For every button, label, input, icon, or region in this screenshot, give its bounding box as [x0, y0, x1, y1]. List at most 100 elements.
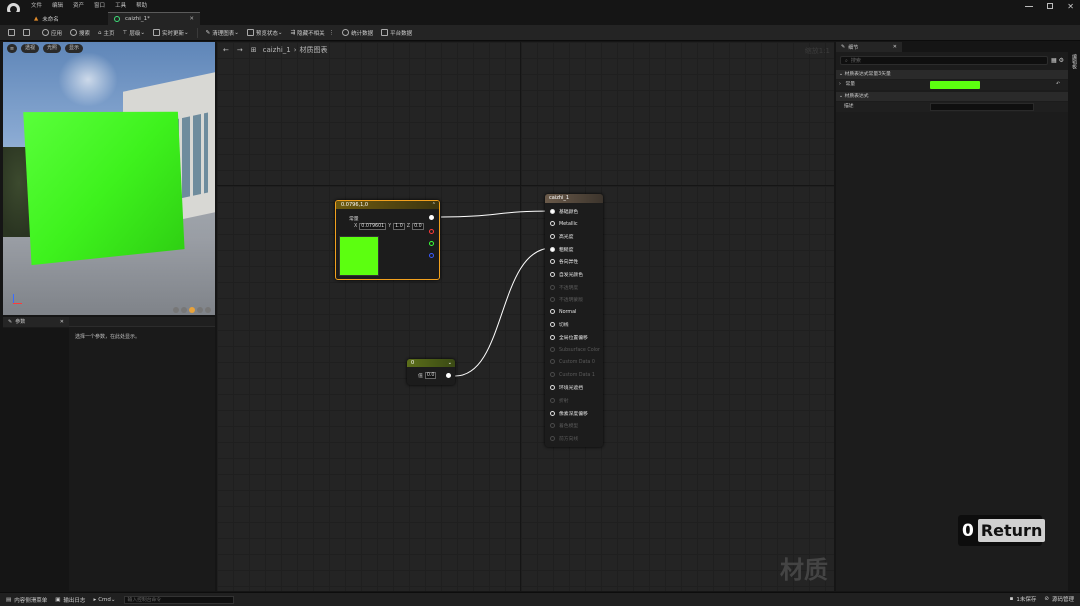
home-button[interactable]: ⌂ 主页: [98, 29, 115, 37]
side-panel-label[interactable]: 编辑板: [1071, 54, 1078, 69]
r-value-field[interactable]: 0.079601: [359, 223, 387, 230]
material-graph[interactable]: ← → ⊞ caizhi_1 › 材质图表 缩放1:1 0.0796,1,0 ⌃…: [217, 42, 834, 591]
description-input[interactable]: [930, 103, 1034, 111]
preview-state-button[interactable]: 预览状态 ⌄: [246, 29, 282, 37]
result-pin-row[interactable]: 不透明度: [550, 284, 578, 291]
result-pin-row[interactable]: 环境光遮挡: [550, 384, 583, 391]
show-button[interactable]: 显示: [65, 44, 84, 53]
lit-button[interactable]: 光照: [43, 44, 62, 53]
input-pin[interactable]: [550, 371, 555, 377]
menu-file[interactable]: 文件: [31, 1, 42, 9]
g-value-field[interactable]: 1.0: [393, 223, 405, 230]
cube-icon[interactable]: [197, 307, 203, 313]
platform-stats-button[interactable]: 平台数据: [381, 29, 412, 37]
result-pin-row[interactable]: 全局位置偏移: [550, 334, 588, 341]
perspective-button[interactable]: 透视: [21, 44, 40, 53]
settings-icon[interactable]: ⚙: [1059, 57, 1064, 64]
result-pin-row[interactable]: 像素深度偏移: [550, 410, 588, 417]
stats-button[interactable]: 统计数据: [342, 29, 373, 37]
source-control-button[interactable]: ⊘ 源码管理: [1044, 595, 1074, 603]
result-pin-row[interactable]: 自发光颜色: [550, 271, 583, 278]
minimize-icon[interactable]: [1025, 5, 1034, 7]
result-pin-row[interactable]: 折射: [550, 397, 569, 404]
constant3-vector-node[interactable]: 0.0796,1,0 ⌃ 常量 X 0.079601 Y 1.0 Z 0.0: [335, 200, 440, 280]
output-pin[interactable]: [446, 373, 451, 378]
content-drawer-button[interactable]: ▤ 内容侧滑菜单: [6, 596, 47, 604]
output-pin-rgb[interactable]: [429, 215, 434, 220]
menu-asset[interactable]: 资产: [73, 1, 84, 9]
cylinder-icon[interactable]: [173, 307, 179, 313]
input-pin[interactable]: [550, 272, 555, 277]
output-pin-g[interactable]: [429, 241, 434, 246]
input-pin[interactable]: [550, 322, 555, 328]
b-value-field[interactable]: 0.0: [412, 223, 424, 230]
output-log-button[interactable]: ▣ 输出日志: [55, 596, 85, 604]
result-pin-row[interactable]: 各向异性: [550, 258, 578, 265]
menu-window[interactable]: 窗口: [94, 1, 105, 9]
node-header[interactable]: caizhi_1: [545, 194, 603, 203]
tab-level[interactable]: ▲ 未命名: [28, 12, 108, 25]
input-pin[interactable]: [550, 410, 555, 416]
result-pin-row[interactable]: 着色模型: [550, 422, 578, 429]
result-pin-row[interactable]: Metallic: [550, 220, 578, 227]
input-pin[interactable]: [550, 423, 555, 429]
sphere-icon[interactable]: [181, 307, 187, 313]
menu-help[interactable]: 帮助: [136, 1, 147, 9]
result-pin-row[interactable]: 基础颜色: [550, 208, 578, 215]
close-icon[interactable]: ✕: [1067, 2, 1074, 11]
input-pin[interactable]: [550, 308, 555, 314]
constant-value-field[interactable]: 0.0: [424, 372, 437, 379]
menu-tools[interactable]: 工具: [115, 1, 126, 9]
input-pin[interactable]: [550, 398, 555, 403]
input-pin[interactable]: [550, 335, 555, 340]
input-pin[interactable]: [550, 209, 555, 214]
console-input[interactable]: 输入控制台命令: [123, 595, 234, 604]
plane-icon[interactable]: [189, 307, 195, 313]
clean-graph-button[interactable]: ✎ 清理图表 ⌄: [206, 29, 239, 37]
result-pin-row[interactable]: Custom Data 1: [550, 371, 595, 378]
grid-view-icon[interactable]: ▦: [1051, 57, 1057, 64]
input-pin[interactable]: [550, 435, 555, 441]
input-pin[interactable]: [550, 359, 555, 365]
unsaved-button[interactable]: ▪ 1未保存: [1010, 595, 1037, 603]
constant-node[interactable]: 0 ⌄ 值 0.0: [407, 359, 455, 385]
teapot-icon[interactable]: [205, 307, 211, 313]
tab-close-icon[interactable]: ✕: [189, 16, 194, 22]
details-tab[interactable]: ✎ 细节 ✕: [836, 42, 902, 52]
material-result-node[interactable]: caizhi_1 基础颜色 Metallic 高光度粗糙度各向异性自发光颜色不透明度…: [545, 194, 603, 447]
section-header-expression[interactable]: ⌄ 材质表达式: [836, 92, 1068, 101]
maximize-icon[interactable]: [1047, 3, 1054, 9]
input-pin[interactable]: [550, 297, 555, 303]
input-pin[interactable]: [550, 346, 555, 352]
parameters-tab[interactable]: ✎ 参数 ✕: [3, 316, 69, 327]
result-pin-row[interactable]: 粗糙度: [550, 246, 573, 253]
tab-close-icon[interactable]: ✕: [893, 44, 897, 50]
details-search-input[interactable]: ⌕ 搜索: [840, 56, 1048, 65]
result-pin-row[interactable]: Normal: [550, 308, 576, 315]
search-button[interactable]: 搜索: [70, 29, 90, 37]
material-preview-viewport[interactable]: ≡ 透视 光照 显示: [3, 42, 215, 315]
result-pin-row[interactable]: Custom Data 0: [550, 359, 595, 365]
result-pin-row[interactable]: 切线: [550, 321, 569, 328]
input-pin[interactable]: [550, 234, 555, 240]
result-pin-row[interactable]: 高光度: [550, 233, 573, 240]
node-header[interactable]: 0 ⌄: [407, 359, 455, 367]
tab-close-icon[interactable]: ✕: [60, 319, 64, 325]
viewport-menu-button[interactable]: ≡: [7, 44, 17, 53]
live-update-button[interactable]: 实时更新 ⌄: [152, 29, 189, 37]
input-pin[interactable]: [550, 284, 555, 290]
section-header-constant3[interactable]: ⌄ 材质表达式常量3矢量: [836, 70, 1068, 79]
tab-material[interactable]: caizhi_1* ✕: [108, 12, 200, 25]
reset-icon[interactable]: ↶: [1056, 80, 1060, 90]
result-pin-row[interactable]: Subsurface Color: [550, 346, 600, 353]
result-pin-row[interactable]: 不透明蒙版: [550, 296, 583, 303]
apply-button[interactable]: 应用: [42, 29, 62, 37]
chevron-right-icon[interactable]: ›: [839, 82, 841, 87]
hierarchy-button[interactable]: ⊤ 层级 ⌄: [123, 29, 145, 37]
constant-color-swatch[interactable]: [930, 81, 980, 89]
input-pin[interactable]: [550, 220, 555, 226]
node-header[interactable]: 0.0796,1,0 ⌃: [336, 201, 439, 209]
input-pin[interactable]: [550, 246, 555, 252]
menu-edit[interactable]: 编辑: [52, 1, 63, 9]
cmd-dropdown[interactable]: ▸ Cmd ⌄: [93, 597, 115, 603]
